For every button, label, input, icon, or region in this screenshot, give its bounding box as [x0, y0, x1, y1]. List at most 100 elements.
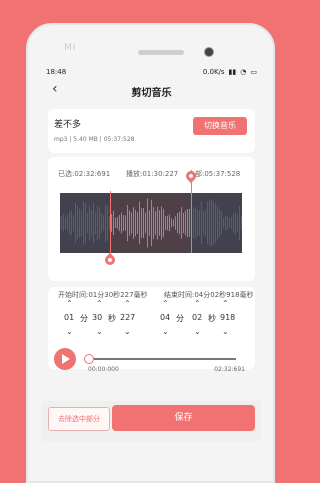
end-min-up-icon[interactable]: ⌃ [162, 299, 169, 308]
waveform-bar [121, 212, 122, 234]
save-button[interactable]: 保存 [112, 405, 255, 431]
end-sec-up-icon[interactable]: ⌃ [194, 299, 201, 308]
start-sec-unit: 秒 [108, 314, 116, 323]
waveform-bar [151, 199, 152, 247]
end-ms-value: 918 [220, 313, 236, 322]
song-title: 差不多 [54, 120, 82, 130]
waveform-bar [223, 217, 224, 229]
waveform-bar [213, 201, 214, 245]
waveform-bar [79, 208, 80, 238]
start-sec-up-icon[interactable]: ⌃ [96, 299, 103, 308]
end-sec-value: 02 [192, 313, 203, 322]
waveform-bar [169, 214, 170, 232]
start-ms-down-icon[interactable]: ⌄ [124, 327, 131, 336]
end-min-unit: 分 [176, 314, 184, 323]
play-button[interactable] [54, 348, 76, 370]
bottom-action-bar: 去除选中部分 保存 [42, 401, 261, 441]
current-time: 00:00:000 [88, 366, 119, 373]
switch-music-button[interactable]: 切换音乐 [193, 117, 247, 135]
start-min-unit: 分 [80, 314, 88, 323]
waveform-bar [117, 217, 118, 229]
waveform-bar [77, 206, 78, 240]
waveform-bar [171, 218, 172, 228]
waveform-bar [139, 201, 140, 245]
device-logo: MI [64, 43, 77, 53]
waveform-bar [157, 206, 158, 240]
waveform-bar [233, 213, 234, 233]
waveform-bar [179, 211, 180, 235]
selection-end-line [191, 179, 192, 253]
selected-duration: 已选:02:32:691 [58, 170, 111, 178]
waveform-bar [93, 203, 94, 243]
end-min-value: 04 [160, 313, 171, 322]
screen: 18:48 0.0K/s ▮▮ ◔ ▭ ‹ 剪切音乐 差不多 mp3 | 5.4… [42, 65, 261, 481]
start-min-value: 01 [64, 313, 75, 322]
waveform-bar [185, 210, 186, 236]
waveform-bar [207, 201, 208, 245]
waveform-bar [231, 216, 232, 230]
end-sec-unit: 秒 [208, 314, 216, 323]
progress-knob[interactable] [84, 354, 94, 364]
waveform-bar [229, 218, 230, 228]
waveform-bar [161, 206, 162, 240]
waveform-bar [107, 205, 108, 241]
waveform-bar [61, 216, 62, 230]
start-sec-down-icon[interactable]: ⌄ [96, 327, 103, 336]
waveform-bar [149, 210, 150, 236]
waveform-bar [81, 209, 82, 237]
waveform-bar [153, 207, 154, 239]
waveform-bar [87, 212, 88, 234]
waveform-bar [237, 214, 238, 232]
end-time-label: 结束时间:04分02秒918毫秒 [164, 291, 254, 299]
end-ms-down-icon[interactable]: ⌄ [222, 327, 229, 336]
waveform-bar [105, 204, 106, 242]
waveform-bar [97, 205, 98, 241]
waveform[interactable] [60, 168, 242, 268]
waveform-bar [197, 209, 198, 237]
end-min-down-icon[interactable]: ⌄ [162, 327, 169, 336]
progress-track[interactable] [88, 358, 236, 360]
waveform-bar [147, 198, 148, 248]
waveform-bar [123, 215, 124, 231]
start-min-up-icon[interactable]: ⌃ [66, 299, 73, 308]
end-sec-down-icon[interactable]: ⌄ [194, 327, 201, 336]
network-speed: 0.0K/s [202, 68, 225, 76]
start-handle-icon[interactable] [102, 252, 118, 268]
waveform-bar [63, 214, 64, 232]
waveform-bar [193, 207, 194, 239]
waveform-bar [219, 208, 220, 238]
waveform-bar [115, 218, 116, 228]
status-bar: 18:48 0.0K/s ▮▮ ◔ ▭ [42, 65, 261, 77]
remove-selection-button[interactable]: 去除选中部分 [48, 407, 110, 431]
waveform-bar [119, 214, 120, 232]
waveform-card: 已选:02:32:691 播放:01:30:227 全部:05:37:528 [48, 157, 255, 281]
waveform-bar [221, 211, 222, 235]
waveform-bar [199, 210, 200, 236]
waveform-bar [67, 215, 68, 231]
player: 00:00:000 02:32:691 [48, 338, 255, 374]
waveform-bar [217, 206, 218, 240]
waveform-bar [235, 211, 236, 235]
end-ms-up-icon[interactable]: ⌃ [222, 299, 229, 308]
song-card: 差不多 mp3 | 5.40 MB | 05:37:528 切换音乐 [48, 109, 255, 153]
waveform-bar [155, 211, 156, 235]
start-min-down-icon[interactable]: ⌄ [66, 327, 73, 336]
waveform-bar [133, 207, 134, 239]
start-ms-up-icon[interactable]: ⌃ [124, 299, 131, 308]
waveform-bar [241, 216, 242, 230]
waveform-bar [65, 217, 66, 229]
waveform-bar [111, 213, 112, 233]
waveform-bar [145, 212, 146, 234]
waveform-bar [75, 203, 76, 243]
start-sec-value: 30 [92, 313, 103, 322]
status-time: 18:48 [46, 68, 67, 76]
battery-icon: ▭ [250, 68, 257, 76]
waveform-bar [73, 214, 74, 232]
waveform-bar [195, 207, 196, 239]
duration-time: 02:32:691 [214, 366, 245, 373]
waveform-bar [167, 215, 168, 231]
waveform-bar [127, 204, 128, 242]
waveform-bar [189, 208, 190, 238]
waveform-bar [137, 212, 138, 234]
waveform-bar [211, 199, 212, 247]
